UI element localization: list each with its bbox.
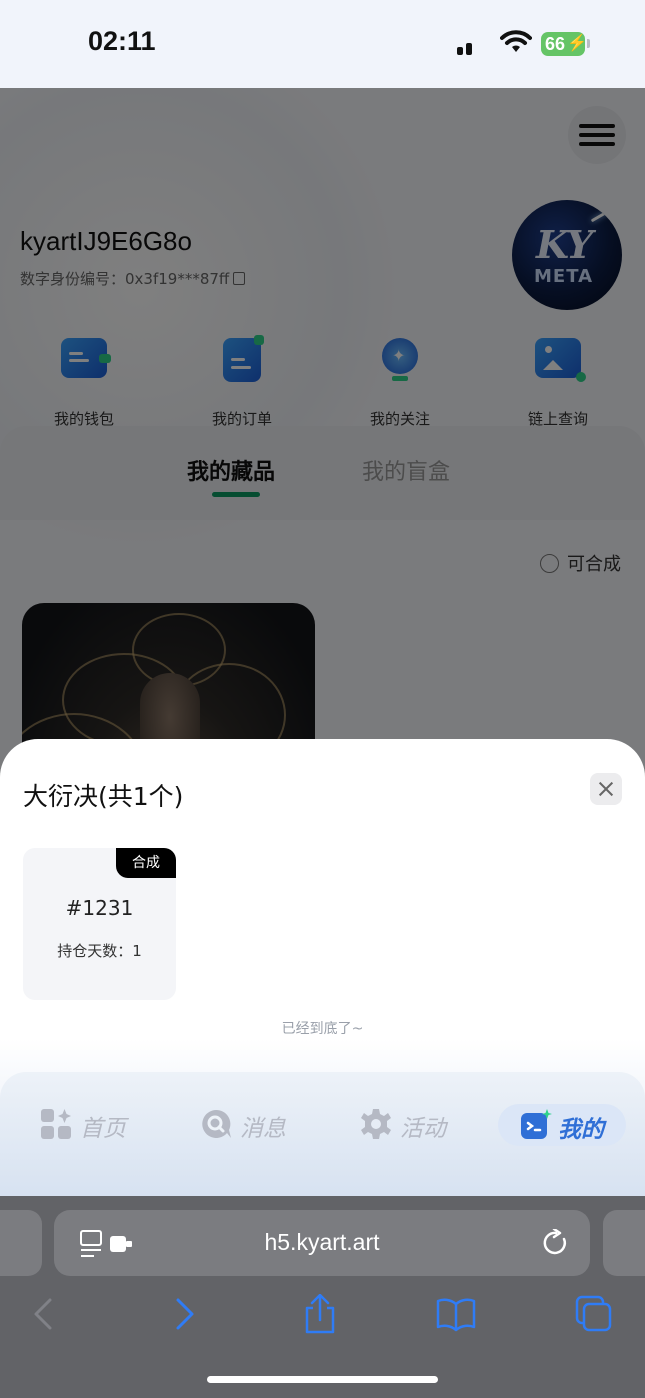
nav-mine-label: 我的 [558,1117,604,1143]
nav-messages-label: 消息 [240,1116,286,1142]
nav-activities-label: 活动 [400,1116,446,1142]
sheet-title: 大衍决(共1个) [23,782,184,811]
status-time: 02:11 [88,26,156,56]
battery-tip [587,39,590,48]
gear-icon [361,1109,391,1139]
home-grid-icon [41,1109,71,1139]
nav-mine[interactable]: 我的 [498,1104,626,1146]
wifi-icon [500,30,532,52]
status-bar: 02:11 66 ⚡ [0,0,645,143]
address-bar[interactable]: h5.kyart.art [54,1210,590,1276]
close-button[interactable] [590,773,622,805]
charging-icon: ⚡ [567,35,587,52]
battery-level: 66 [545,34,566,54]
url-text: h5.kyart.art [264,1229,380,1255]
compose-badge: 合成 [116,848,176,878]
home-indicator [207,1376,438,1383]
browser-chrome: h5.kyart.art [0,1196,645,1398]
share-icon[interactable] [300,1294,340,1334]
nav-home-label: 首页 [80,1116,126,1142]
battery-indicator: 66 ⚡ [541,32,587,56]
item-card[interactable]: 合成 #1231 持仓天数：1 [23,848,176,1000]
profile-icon [521,1109,552,1139]
end-of-list-tip: 已经到底了~ [281,1021,364,1037]
message-icon [202,1109,231,1138]
app-tab-bar: 首页 消息 活动 我的 [0,1072,645,1196]
next-tab-preview[interactable] [603,1210,645,1276]
holding-days: 持仓天数：1 [57,942,142,960]
cellular-signal-icon [457,33,491,143]
bookmarks-icon[interactable] [436,1294,476,1334]
item-number: #1231 [65,896,134,920]
tabs-icon[interactable] [574,1294,614,1334]
forward-icon[interactable] [164,1294,204,1334]
previous-tab-preview[interactable] [0,1210,42,1276]
back-icon[interactable] [24,1294,64,1334]
reload-icon[interactable] [542,1229,570,1257]
